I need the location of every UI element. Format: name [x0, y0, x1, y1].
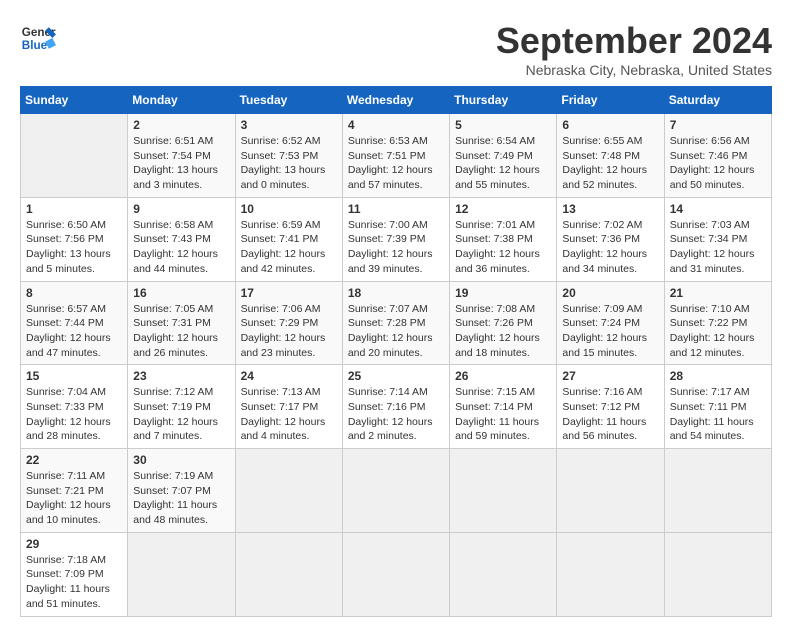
- logo-icon: General Blue: [20, 20, 56, 56]
- calendar-cell-empty: [342, 449, 449, 533]
- title-block: September 2024 Nebraska City, Nebraska, …: [496, 20, 772, 78]
- calendar-cell-28: 28 Sunrise: 7:17 AMSunset: 7:11 PMDaylig…: [664, 365, 771, 449]
- col-tuesday: Tuesday: [235, 87, 342, 114]
- calendar-cell-empty: [235, 532, 342, 616]
- calendar-cell-6: 6 Sunrise: 6:55 AMSunset: 7:48 PMDayligh…: [557, 114, 664, 198]
- calendar-cell-24: 24 Sunrise: 7:13 AMSunset: 7:17 PMDaylig…: [235, 365, 342, 449]
- logo: General Blue: [20, 20, 56, 56]
- calendar-cell-2: 2 Sunrise: 6:51 AMSunset: 7:54 PMDayligh…: [128, 114, 235, 198]
- calendar-cell-21: 21 Sunrise: 7:10 AMSunset: 7:22 PMDaylig…: [664, 281, 771, 365]
- calendar-cell-26: 26 Sunrise: 7:15 AMSunset: 7:14 PMDaylig…: [450, 365, 557, 449]
- table-row: 8 Sunrise: 6:57 AMSunset: 7:44 PMDayligh…: [21, 281, 772, 365]
- col-saturday: Saturday: [664, 87, 771, 114]
- col-monday: Monday: [128, 87, 235, 114]
- calendar-cell-4: 4 Sunrise: 6:53 AMSunset: 7:51 PMDayligh…: [342, 114, 449, 198]
- calendar-cell-29: 29 Sunrise: 7:18 AMSunset: 7:09 PMDaylig…: [21, 532, 128, 616]
- table-row: 2 Sunrise: 6:51 AMSunset: 7:54 PMDayligh…: [21, 114, 772, 198]
- table-row: 29 Sunrise: 7:18 AMSunset: 7:09 PMDaylig…: [21, 532, 772, 616]
- calendar-cell-30: 30 Sunrise: 7:19 AMSunset: 7:07 PMDaylig…: [128, 449, 235, 533]
- svg-text:Blue: Blue: [22, 39, 48, 52]
- calendar-cell-empty: [21, 114, 128, 198]
- calendar-cell-empty: [664, 532, 771, 616]
- calendar-cell-25: 25 Sunrise: 7:14 AMSunset: 7:16 PMDaylig…: [342, 365, 449, 449]
- location: Nebraska City, Nebraska, United States: [496, 62, 772, 78]
- calendar-cell-14: 14 Sunrise: 7:03 AMSunset: 7:34 PMDaylig…: [664, 197, 771, 281]
- calendar-cell-18: 18 Sunrise: 7:07 AMSunset: 7:28 PMDaylig…: [342, 281, 449, 365]
- calendar-cell-15: 15 Sunrise: 7:04 AMSunset: 7:33 PMDaylig…: [21, 365, 128, 449]
- calendar-cell-empty: [664, 449, 771, 533]
- table-row: 1 Sunrise: 6:50 AMSunset: 7:56 PMDayligh…: [21, 197, 772, 281]
- calendar-cell-27: 27 Sunrise: 7:16 AMSunset: 7:12 PMDaylig…: [557, 365, 664, 449]
- calendar-cell-20: 20 Sunrise: 7:09 AMSunset: 7:24 PMDaylig…: [557, 281, 664, 365]
- calendar-cell-empty: [235, 449, 342, 533]
- calendar-cell-empty: [450, 449, 557, 533]
- calendar-cell-17: 17 Sunrise: 7:06 AMSunset: 7:29 PMDaylig…: [235, 281, 342, 365]
- page-header: General Blue September 2024 Nebraska Cit…: [20, 20, 772, 78]
- month-title: September 2024: [496, 20, 772, 62]
- calendar-cell-13: 13 Sunrise: 7:02 AMSunset: 7:36 PMDaylig…: [557, 197, 664, 281]
- calendar-cell-22: 22 Sunrise: 7:11 AMSunset: 7:21 PMDaylig…: [21, 449, 128, 533]
- calendar-cell-empty: [557, 449, 664, 533]
- col-wednesday: Wednesday: [342, 87, 449, 114]
- calendar-cell-empty: [128, 532, 235, 616]
- calendar-cell-1: 1 Sunrise: 6:50 AMSunset: 7:56 PMDayligh…: [21, 197, 128, 281]
- calendar-cell-empty: [450, 532, 557, 616]
- col-thursday: Thursday: [450, 87, 557, 114]
- calendar-cell-8: 8 Sunrise: 6:57 AMSunset: 7:44 PMDayligh…: [21, 281, 128, 365]
- calendar-cell-19: 19 Sunrise: 7:08 AMSunset: 7:26 PMDaylig…: [450, 281, 557, 365]
- calendar-cell-empty: [557, 532, 664, 616]
- calendar-cell-11: 11 Sunrise: 7:00 AMSunset: 7:39 PMDaylig…: [342, 197, 449, 281]
- table-row: 15 Sunrise: 7:04 AMSunset: 7:33 PMDaylig…: [21, 365, 772, 449]
- calendar-cell-10: 10 Sunrise: 6:59 AMSunset: 7:41 PMDaylig…: [235, 197, 342, 281]
- calendar-cell-3: 3 Sunrise: 6:52 AMSunset: 7:53 PMDayligh…: [235, 114, 342, 198]
- calendar-cell-9: 9 Sunrise: 6:58 AMSunset: 7:43 PMDayligh…: [128, 197, 235, 281]
- calendar-table: Sunday Monday Tuesday Wednesday Thursday…: [20, 86, 772, 617]
- calendar-cell-12: 12 Sunrise: 7:01 AMSunset: 7:38 PMDaylig…: [450, 197, 557, 281]
- col-friday: Friday: [557, 87, 664, 114]
- table-row: 22 Sunrise: 7:11 AMSunset: 7:21 PMDaylig…: [21, 449, 772, 533]
- calendar-cell-empty: [342, 532, 449, 616]
- calendar-cell-16: 16 Sunrise: 7:05 AMSunset: 7:31 PMDaylig…: [128, 281, 235, 365]
- calendar-cell-23: 23 Sunrise: 7:12 AMSunset: 7:19 PMDaylig…: [128, 365, 235, 449]
- calendar-cell-5: 5 Sunrise: 6:54 AMSunset: 7:49 PMDayligh…: [450, 114, 557, 198]
- calendar-header-row: Sunday Monday Tuesday Wednesday Thursday…: [21, 87, 772, 114]
- calendar-cell-7: 7 Sunrise: 6:56 AMSunset: 7:46 PMDayligh…: [664, 114, 771, 198]
- col-sunday: Sunday: [21, 87, 128, 114]
